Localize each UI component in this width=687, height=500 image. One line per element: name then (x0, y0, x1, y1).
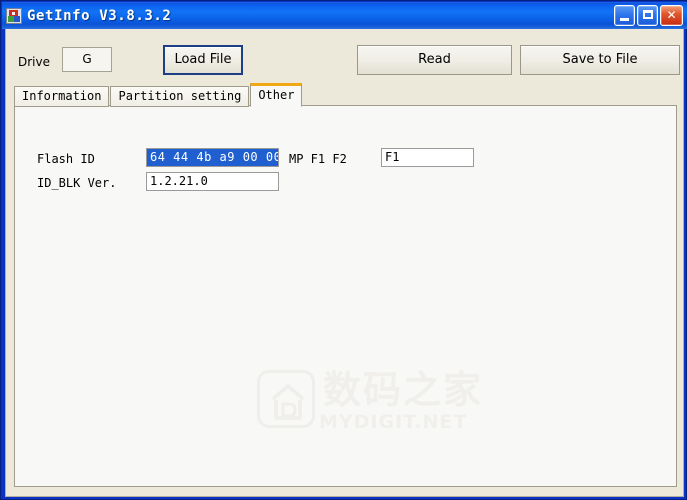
app-icon (6, 7, 22, 24)
watermark: 数码之家 MYDIGIT.NET (257, 368, 481, 434)
minimize-button[interactable] (614, 5, 635, 26)
toolbar: Drive G Load File Read Save to File (6, 29, 683, 85)
close-icon: ✕ (666, 8, 677, 22)
id-blk-ver-input[interactable]: 1.2.21.0 (146, 172, 279, 191)
window-controls: ✕ (614, 5, 683, 26)
flash-id-label: Flash ID (37, 152, 95, 166)
save-to-file-button[interactable]: Save to File (520, 45, 680, 75)
load-file-button[interactable]: Load File (163, 45, 243, 75)
drive-label: Drive (18, 55, 50, 69)
tab-information[interactable]: Information (14, 86, 110, 107)
tab-other[interactable]: Other (250, 83, 303, 107)
mp-f1-f2-label: MP F1 F2 (289, 152, 347, 166)
tab-strip: Information Partition setting Other (14, 83, 677, 107)
maximize-icon (643, 10, 653, 19)
flash-id-input[interactable]: 64 44 4b a9 00 00 00 (146, 148, 279, 167)
window-title: GetInfo V3.8.3.2 (27, 7, 172, 24)
tab-panel-other: Flash ID 64 44 4b a9 00 00 00 MP F1 F2 F… (14, 105, 677, 487)
watermark-text-en: MYDIGIT.NET (319, 411, 468, 433)
client-area: Drive G Load File Read Save to File Info… (5, 29, 684, 497)
watermark-logo-icon (257, 370, 315, 428)
house-d-icon (271, 384, 305, 420)
minimize-icon (620, 18, 629, 21)
drive-select[interactable]: G (62, 47, 112, 72)
tab-partition-setting[interactable]: Partition setting (110, 86, 250, 107)
title-bar[interactable]: GetInfo V3.8.3.2 ✕ (2, 2, 687, 29)
application-window: GetInfo V3.8.3.2 ✕ Drive G Load File Rea… (0, 0, 687, 500)
id-blk-ver-label: ID_BLK Ver. (37, 176, 117, 190)
mp-f1-f2-input[interactable]: F1 (381, 148, 474, 167)
maximize-button[interactable] (637, 5, 658, 26)
close-button[interactable]: ✕ (660, 5, 683, 26)
watermark-text-cn: 数码之家 (323, 368, 484, 412)
read-button[interactable]: Read (357, 45, 512, 75)
